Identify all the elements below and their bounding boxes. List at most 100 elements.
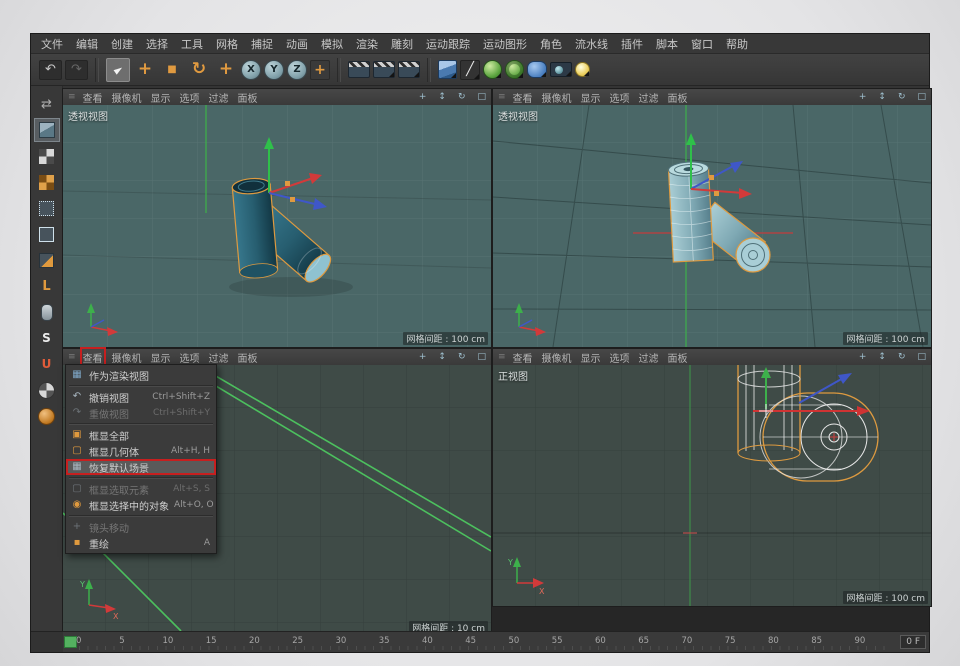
z-axis-lock-icon[interactable]: Z (287, 60, 307, 80)
context-menu-item-2[interactable]: ↶撤销视图Ctrl+Shift+Z (66, 389, 216, 405)
workplane-mode-icon[interactable] (35, 171, 59, 193)
enable-axis-icon[interactable]: L (35, 275, 59, 297)
menubar-item-2[interactable]: 创建 (111, 36, 133, 52)
front-view-scene[interactable]: Y X (493, 365, 931, 606)
menubar-item-14[interactable]: 流水线 (575, 36, 608, 52)
menubar-item-16[interactable]: 脚本 (656, 36, 678, 52)
rotate-view-icon[interactable]: ↻ (458, 352, 466, 362)
timeline-ruler[interactable]: 0 F 051015202530354045505560657075808590 (63, 632, 929, 652)
menubar-item-11[interactable]: 运动跟踪 (426, 36, 470, 52)
polygons-mode-icon[interactable] (35, 249, 59, 271)
model-mode-icon[interactable] (35, 119, 59, 141)
viewport-menu-options[interactable]: 选项 (610, 350, 630, 365)
viewport-menu-panel[interactable]: 面板 (668, 90, 688, 105)
viewport-menu-filter[interactable]: 过滤 (639, 350, 659, 365)
viewport-menu-display[interactable]: 显示 (581, 350, 601, 365)
viewport-canvas[interactable]: 透视视图 网格间距 : 100 cm (493, 105, 931, 347)
pan-view-icon[interactable]: + (859, 352, 867, 362)
menubar-item-3[interactable]: 选择 (146, 36, 168, 52)
viewport-menu-camera[interactable]: 摄像机 (112, 350, 142, 365)
scene-light-icon[interactable] (575, 62, 590, 77)
menubar-item-5[interactable]: 网格 (216, 36, 238, 52)
viewport-menu-options[interactable]: 选项 (610, 90, 630, 105)
viewport-menu-camera[interactable]: 摄像机 (542, 350, 572, 365)
scene-camera-icon[interactable] (550, 62, 572, 77)
render-view-icon[interactable] (348, 61, 370, 78)
viewport-menu-view[interactable]: 查看 (513, 90, 533, 105)
viewport-canvas[interactable]: Y X 正视图 网格间距 : 100 cm (493, 365, 931, 606)
viewport-menu-display[interactable]: 显示 (151, 350, 171, 365)
viewport-menu-panel[interactable]: 面板 (238, 90, 258, 105)
points-mode-icon[interactable] (35, 197, 59, 219)
quantize-icon[interactable] (35, 379, 59, 401)
texture-mode-icon[interactable] (35, 145, 59, 167)
coordinate-system-icon[interactable]: + (310, 60, 330, 80)
toggle-view-icon[interactable]: □ (917, 92, 926, 102)
render-settings-icon[interactable] (398, 61, 420, 78)
modeling-settings-icon[interactable] (35, 405, 59, 427)
menubar-item-17[interactable]: 窗口 (691, 36, 713, 52)
menubar-item-13[interactable]: 角色 (540, 36, 562, 52)
spline-pen-icon[interactable]: ╱ (460, 60, 480, 80)
enable-snap-icon[interactable]: S (35, 327, 59, 349)
menubar-item-18[interactable]: 帮助 (726, 36, 748, 52)
viewport-menu-panel[interactable]: 面板 (238, 350, 258, 365)
viewport-menu-view[interactable]: 查看 (83, 350, 103, 365)
rotate-tool-icon[interactable]: ↻ (187, 58, 211, 82)
menubar-item-12[interactable]: 运动图形 (483, 36, 527, 52)
toggle-view-icon[interactable]: □ (477, 352, 486, 362)
menubar-item-9[interactable]: 渲染 (356, 36, 378, 52)
add-cube-icon[interactable] (438, 60, 457, 79)
viewport-menu-display[interactable]: 显示 (581, 90, 601, 105)
scale-tool-icon[interactable]: ■ (160, 58, 184, 82)
modifiers-icon[interactable] (505, 60, 524, 79)
menubar-item-7[interactable]: 动画 (286, 36, 308, 52)
rotate-view-icon[interactable]: ↻ (898, 352, 906, 362)
pan-view-icon[interactable]: + (859, 92, 867, 102)
menubar-item-0[interactable]: 文件 (41, 36, 63, 52)
context-menu-item-13[interactable]: ▪重绘A (66, 535, 216, 551)
viewport-menu-view[interactable]: 查看 (513, 350, 533, 365)
toggle-view-icon[interactable]: □ (477, 92, 486, 102)
viewport-menu-view[interactable]: 查看 (83, 90, 103, 105)
viewport-menu-camera[interactable]: 摄像机 (112, 90, 142, 105)
frame-counter[interactable]: 0 F (900, 635, 926, 649)
viewport-menu-filter[interactable]: 过滤 (209, 350, 229, 365)
context-menu-item-6[interactable]: ▢框显几何体Alt+H, H (66, 443, 216, 459)
live-selection-tool-icon[interactable]: ► (106, 58, 130, 82)
viewport-canvas[interactable]: 透视视图 网格间距 : 100 cm (63, 105, 491, 347)
move-tool-icon[interactable]: + (133, 58, 157, 82)
menubar-item-6[interactable]: 捕捉 (251, 36, 273, 52)
dolly-view-icon[interactable]: ↕ (438, 92, 446, 102)
toggle-view-icon[interactable]: □ (917, 352, 926, 362)
convert-selection-icon[interactable]: ⇄ (35, 93, 59, 115)
viewport-menu-options[interactable]: 选项 (180, 90, 200, 105)
dolly-view-icon[interactable]: ↕ (438, 352, 446, 362)
viewport-menu-options[interactable]: 选项 (180, 350, 200, 365)
viewport-menu-filter[interactable]: 过滤 (209, 90, 229, 105)
perspective-scene[interactable] (63, 105, 491, 347)
dolly-view-icon[interactable]: ↕ (878, 352, 886, 362)
viewport-menu-display[interactable]: 显示 (151, 90, 171, 105)
menubar-item-8[interactable]: 模拟 (321, 36, 343, 52)
menubar-item-4[interactable]: 工具 (181, 36, 203, 52)
rotate-view-icon[interactable]: ↻ (898, 92, 906, 102)
pan-view-icon[interactable]: + (419, 352, 427, 362)
render-to-picture-viewer-icon[interactable] (373, 61, 395, 78)
generators-icon[interactable] (483, 60, 502, 79)
undo-icon[interactable]: ↶ (39, 60, 62, 80)
menubar-item-1[interactable]: 编辑 (76, 36, 98, 52)
menubar-item-10[interactable]: 雕刻 (391, 36, 413, 52)
viewport-nav-icon[interactable] (35, 301, 59, 323)
perspective-scene[interactable] (493, 105, 931, 347)
context-menu-item-0[interactable]: ▦作为渲染视图 (66, 367, 216, 383)
x-axis-lock-icon[interactable]: X (241, 60, 261, 80)
redo-icon[interactable]: ↷ (65, 60, 88, 80)
rotate-view-icon[interactable]: ↻ (458, 92, 466, 102)
deformers-icon[interactable] (527, 61, 547, 78)
viewport-menu-filter[interactable]: 过滤 (639, 90, 659, 105)
viewport-menu-camera[interactable]: 摄像机 (542, 90, 572, 105)
edges-mode-icon[interactable] (35, 223, 59, 245)
pan-view-icon[interactable]: + (419, 92, 427, 102)
dolly-view-icon[interactable]: ↕ (878, 92, 886, 102)
